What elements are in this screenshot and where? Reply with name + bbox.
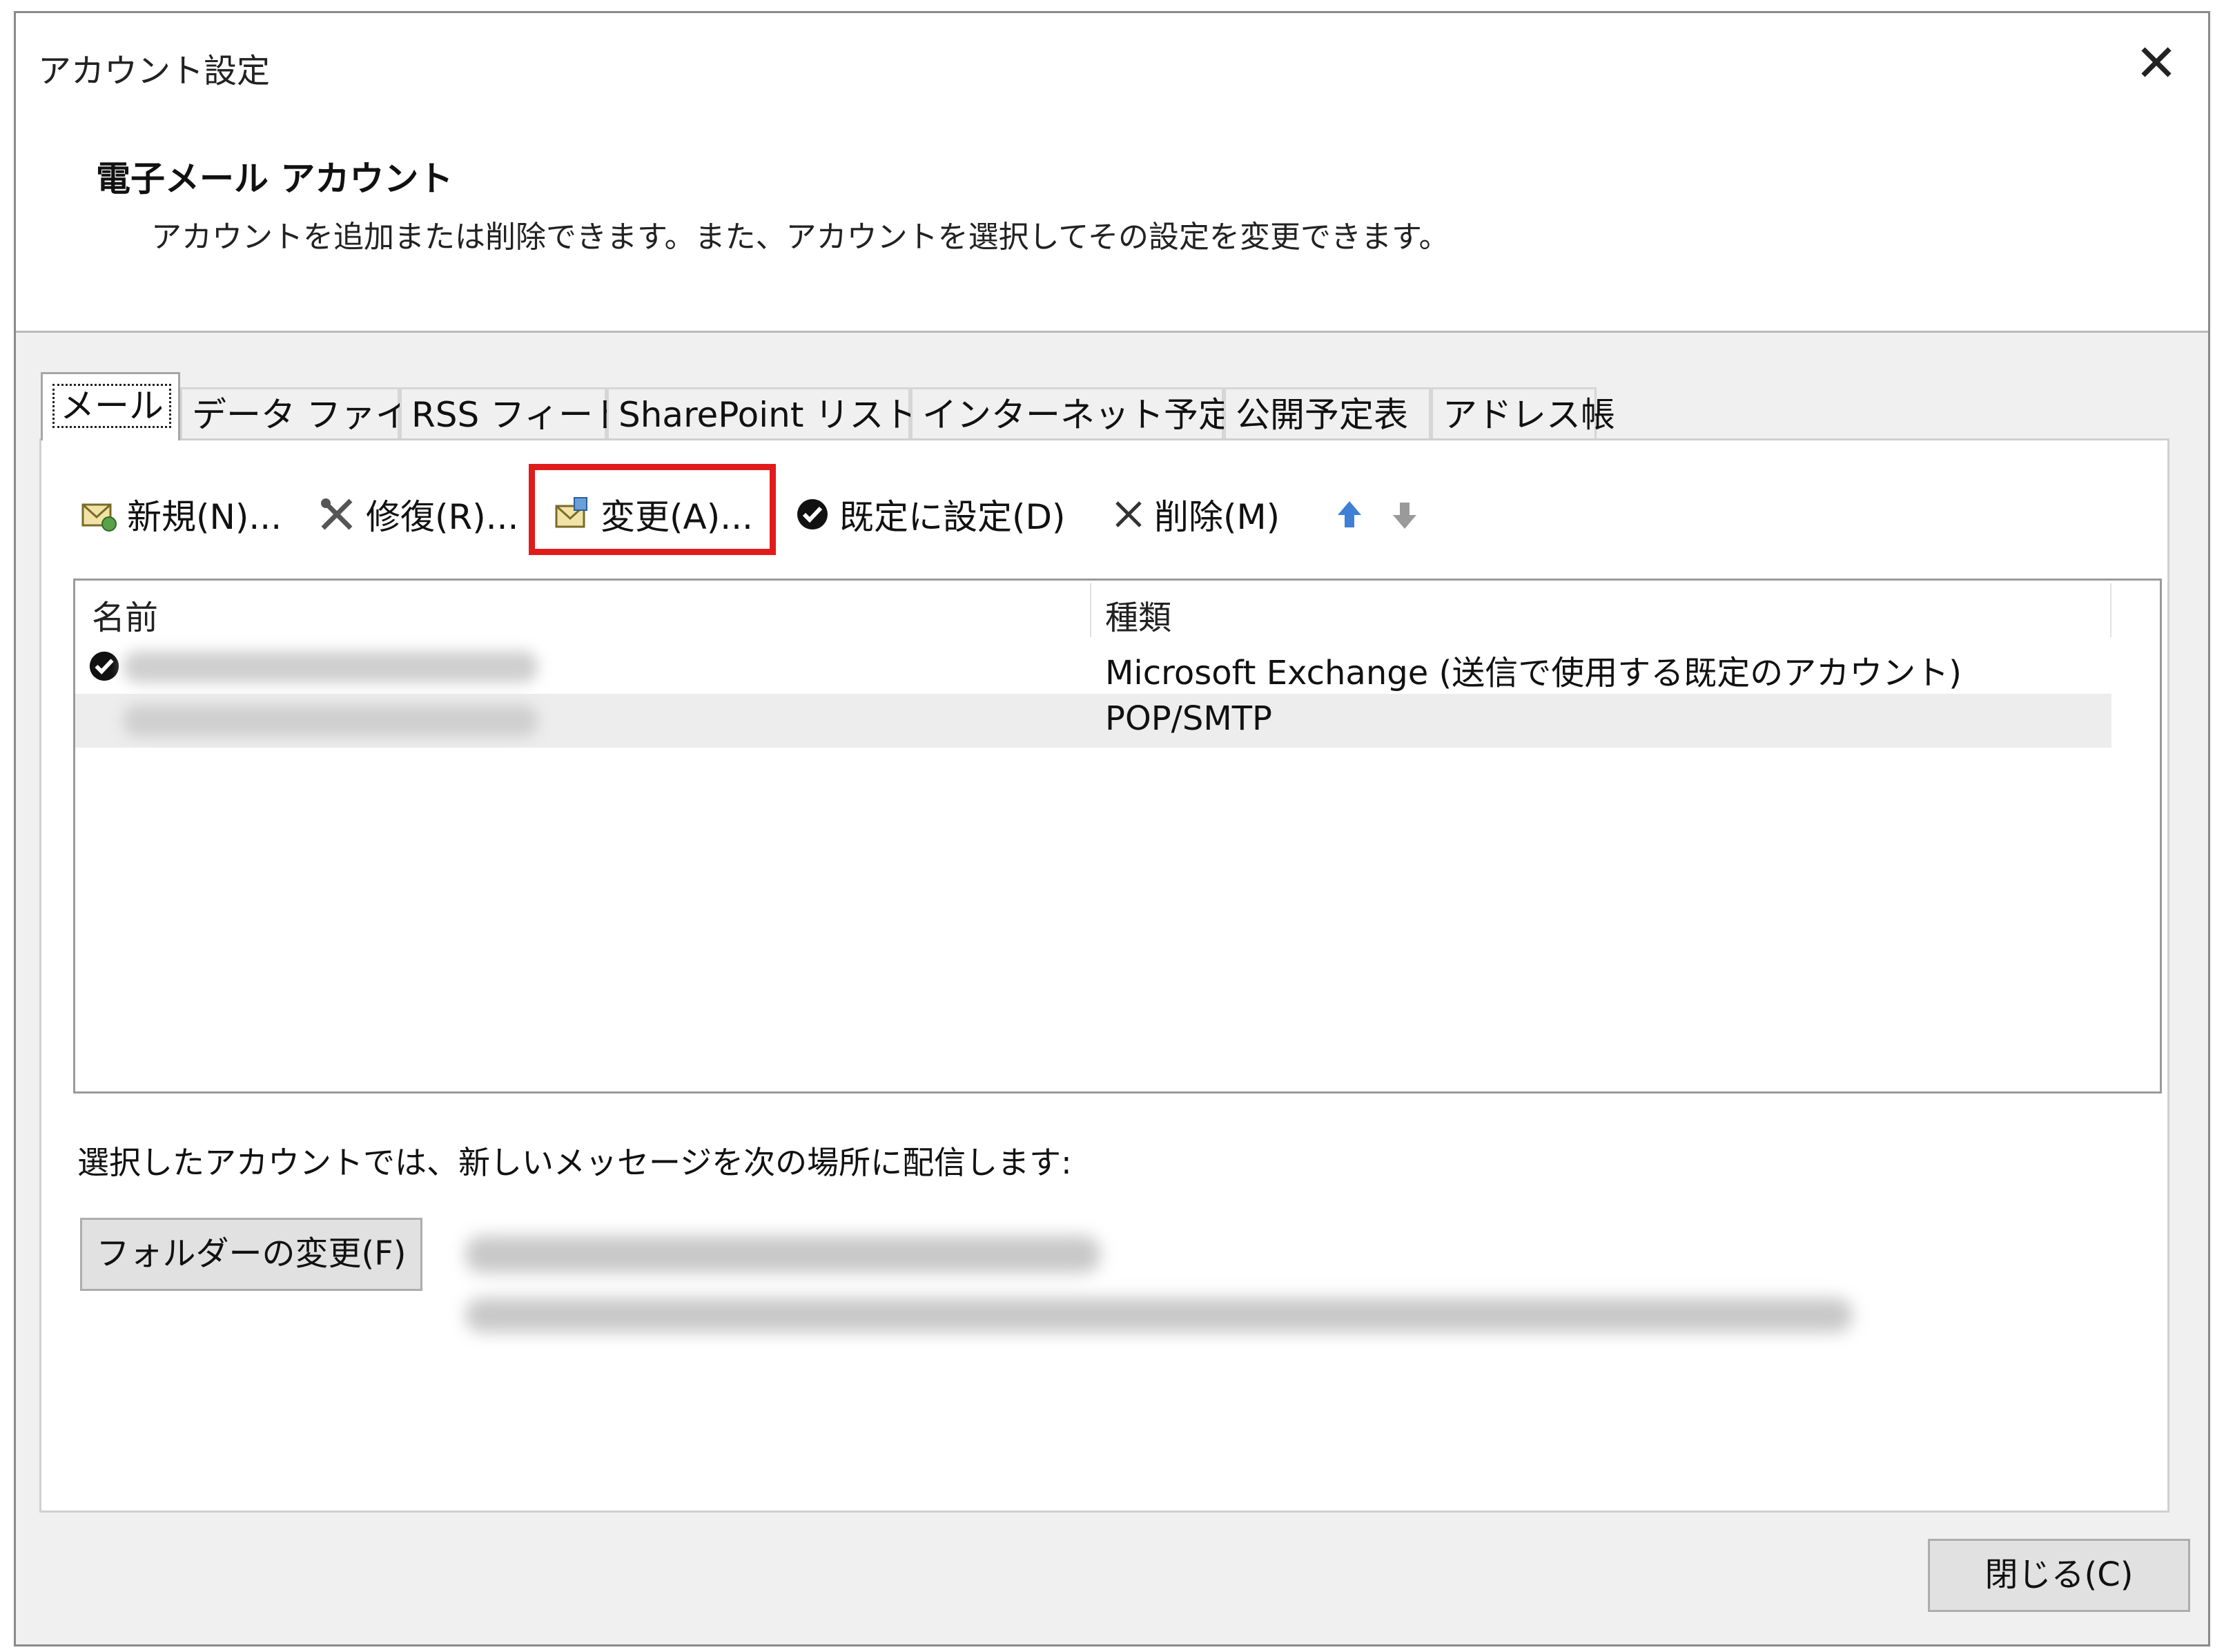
set-default-button[interactable]: 既定に設定(D) (795, 489, 1066, 540)
change-account-button[interactable]: 変更(A)... (552, 489, 753, 540)
column-header-type[interactable]: 種類 (1105, 590, 1171, 639)
tab-rss-feeds[interactable]: RSS フィード (400, 387, 627, 438)
column-divider (1090, 583, 1091, 637)
account-name-redacted (124, 651, 538, 683)
repair-account-label: 修復(R)... (366, 497, 519, 537)
close-window-icon[interactable]: ✕ (2125, 32, 2187, 95)
account-list[interactable]: 名前 種類 Microsoft Exchange (送信で使用する既定のアカウン… (73, 579, 2162, 1094)
table-row[interactable]: Microsoft Exchange (送信で使用する既定のアカウント) (75, 640, 2111, 694)
column-divider (2110, 583, 2111, 637)
new-account-label: 新規(N)... (127, 497, 282, 537)
tab-mail[interactable]: メール (41, 372, 180, 440)
account-name-redacted (124, 705, 538, 737)
tab-mail-label: メール (52, 384, 171, 428)
column-header-name[interactable]: 名前 (92, 590, 158, 639)
repair-account-button[interactable]: 修復(R)... (318, 489, 518, 540)
account-toolbar: 新規(N)... 修復(R)... 変更(A)... 既定に設定(D) 削除(M… (41, 440, 2167, 579)
delete-x-icon (1113, 498, 1144, 530)
delivery-location-label: 選択したアカウントでは、新しいメッセージを次の場所に配信します: (77, 1144, 1072, 1181)
change-account-label: 変更(A)... (601, 497, 753, 537)
table-row[interactable]: POP/SMTP (75, 694, 2111, 748)
move-down-arrow-icon (1393, 503, 1416, 529)
account-type: POP/SMTP (1105, 699, 1272, 738)
mail-tab-panel: 新規(N)... 修復(R)... 変更(A)... 既定に設定(D) 削除(M… (39, 438, 2169, 1513)
change-folder-button[interactable]: フォルダーの変更(F) (80, 1218, 422, 1291)
move-up-button[interactable] (1332, 497, 1367, 534)
account-type: Microsoft Exchange (送信で使用する既定のアカウント) (1105, 654, 1962, 692)
delivery-folder-redacted (465, 1236, 1100, 1273)
tab-internet-calendars[interactable]: インターネット予定表 (910, 387, 1267, 438)
set-default-label: 既定に設定(D) (839, 497, 1066, 537)
new-mail-account-icon (79, 495, 117, 534)
change-account-icon (552, 495, 591, 534)
checkmark-icon (795, 497, 830, 532)
account-settings-dialog: アカウント設定 ✕ 電子メール アカウント アカウントを追加または削除できます。… (14, 11, 2210, 1646)
default-account-check-icon (88, 650, 121, 686)
page-title: 電子メール アカウント (96, 159, 453, 199)
window-title: アカウント設定 (38, 52, 271, 90)
tab-sharepoint-lists[interactable]: SharePoint リスト (607, 387, 918, 438)
tab-published-calendars[interactable]: 公開予定表 (1224, 387, 1431, 438)
page-description: アカウントを追加または削除できます。また、アカウントを選択してその設定を変更でき… (151, 220, 1450, 255)
dialog-header: 電子メール アカウント アカウントを追加または削除できます。また、アカウントを選… (16, 124, 2208, 333)
move-up-arrow-icon (1338, 501, 1361, 527)
tab-address-books[interactable]: アドレス帳 (1431, 387, 1615, 438)
title-bar: アカウント設定 ✕ (16, 13, 2208, 124)
list-header: 名前 種類 (75, 581, 2160, 639)
move-down-button[interactable] (1387, 497, 1422, 534)
delete-account-label: 削除(M) (1154, 497, 1280, 537)
delivery-path-redacted (465, 1298, 1853, 1332)
repair-tools-icon (318, 495, 356, 534)
delete-account-button[interactable]: 削除(M) (1113, 489, 1280, 540)
new-account-button[interactable]: 新規(N)... (79, 489, 282, 540)
tab-data-files[interactable]: データ ファイル (180, 387, 445, 438)
close-button[interactable]: 閉じる(C) (1928, 1539, 2190, 1612)
